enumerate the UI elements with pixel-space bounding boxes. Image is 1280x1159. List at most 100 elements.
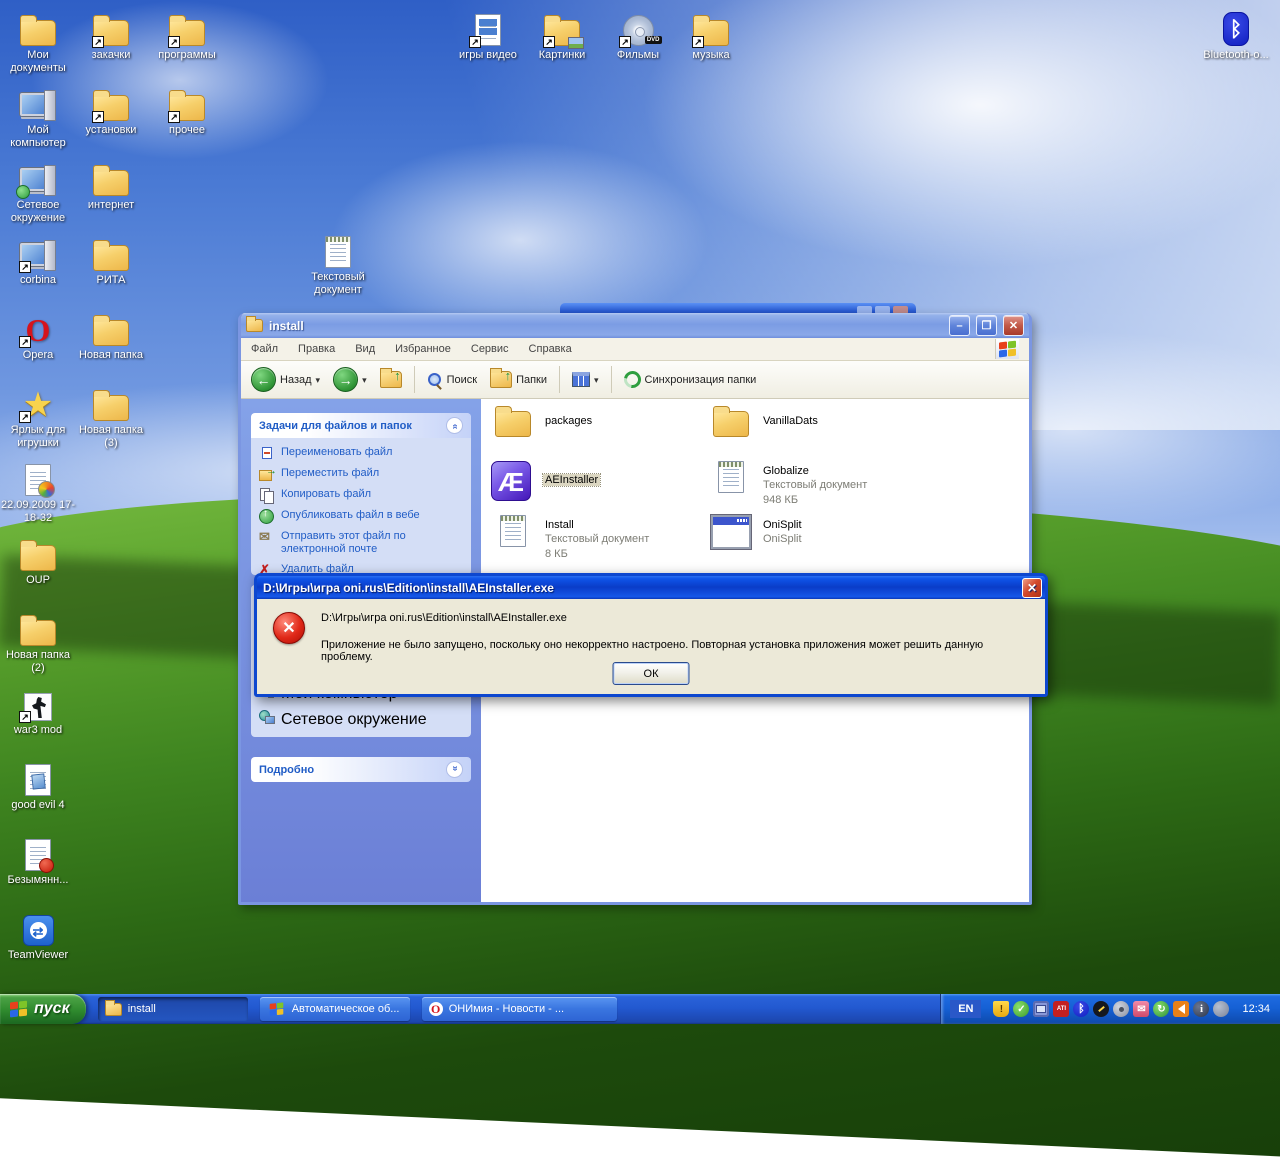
- desktop-icon-zakachki[interactable]: закачки: [74, 8, 148, 62]
- menu-view[interactable]: Вид: [355, 343, 375, 355]
- notepad-document-icon: [500, 515, 526, 547]
- close-button[interactable]: ✕: [1003, 315, 1024, 336]
- desktop-icon-label: закачки: [74, 49, 148, 62]
- folder-icon: [93, 320, 129, 346]
- desktop-icon-label: Фильмы: [601, 49, 675, 62]
- file-tasks-header[interactable]: Задачи для файлов и папок«: [251, 413, 471, 438]
- desktop-icon-media-file[interactable]: 22.09.2009 17-18-32: [1, 458, 75, 524]
- file-onisplit[interactable]: OniSplitOniSplit: [709, 515, 802, 549]
- file-aeinstaller[interactable]: AEInstaller: [489, 461, 600, 501]
- scheduler-icon[interactable]: [1113, 1001, 1129, 1017]
- sync-button[interactable]: Синхронизация папки: [620, 368, 761, 391]
- desktop-icon-rita[interactable]: РИТА: [74, 233, 148, 287]
- dialog-text: D:\Игры\игра oni.rus\Edition\install\AEI…: [321, 612, 1029, 663]
- clock[interactable]: 12:34: [1242, 1003, 1270, 1015]
- desktop-icon-bluetooth[interactable]: Bluetooth-о...: [1199, 8, 1273, 62]
- desktop-icon-kartinki[interactable]: Картинки: [525, 8, 599, 62]
- up-button[interactable]: [376, 368, 406, 391]
- desktop-icon-oup[interactable]: OUP: [1, 533, 75, 587]
- folder-icon: [495, 411, 531, 437]
- dialog-titlebar[interactable]: D:\Игры\игра oni.rus\Edition\install\AEI…: [257, 576, 1045, 599]
- file-globalize[interactable]: GlobalizeТекстовый документ948 КБ: [709, 461, 867, 507]
- desktop-icon-prochee[interactable]: прочее: [150, 83, 224, 137]
- desktop-icon-new-folder[interactable]: Новая папка: [74, 308, 148, 362]
- forward-button[interactable]: [329, 364, 371, 395]
- explorer-titlebar[interactable]: install – ❐ ✕: [241, 313, 1029, 338]
- desktop-icon-muzyka[interactable]: музыка: [674, 8, 748, 62]
- desktop-icon-programmy[interactable]: программы: [150, 8, 224, 62]
- desktop-icon-bezymyann[interactable]: Безымянн...: [1, 833, 75, 887]
- display-settings-icon[interactable]: [1033, 1001, 1049, 1017]
- ati-icon[interactable]: [1053, 1001, 1069, 1017]
- dialog-message: Приложение не было запущено, поскольку о…: [321, 639, 983, 663]
- desktop-icon-network-places[interactable]: Сетевое окружение: [1, 158, 75, 224]
- task-publish-file[interactable]: Опубликовать файл в вебе: [259, 509, 467, 523]
- desktop-icon-my-computer[interactable]: Мой компьютер: [1, 83, 75, 149]
- search-button[interactable]: Поиск: [423, 369, 481, 391]
- desktop-icon-filmy[interactable]: Фильмы: [601, 8, 675, 62]
- taskbar-item-opera[interactable]: OОНИмия - Новости - ...: [422, 997, 617, 1021]
- chevron-up-icon[interactable]: «: [446, 417, 463, 434]
- menu-file[interactable]: Файл: [251, 343, 278, 355]
- back-button[interactable]: Назад: [247, 364, 324, 395]
- desktop-icon-new-folder-3[interactable]: Новая папка (3): [74, 383, 148, 449]
- details-header[interactable]: Подробно«: [251, 757, 471, 782]
- antivirus-icon[interactable]: ✓: [1013, 1001, 1029, 1017]
- desktop-icon-text-document[interactable]: Текстовый документ: [301, 230, 375, 296]
- desktop-icon-igry-video[interactable]: игры видео: [451, 8, 525, 62]
- toolbar-separator: [559, 366, 560, 393]
- folder-icon: [93, 395, 129, 421]
- desktop-icon-label: интернет: [74, 199, 148, 212]
- desktop-icon-ustanovki[interactable]: установки: [74, 83, 148, 137]
- taskbar-item-auto-update[interactable]: Автоматическое об...: [260, 997, 410, 1021]
- task-rename-file[interactable]: Переименовать файл: [259, 446, 467, 460]
- menu-tools[interactable]: Сервис: [471, 343, 509, 355]
- task-email-file[interactable]: Отправить этот файл по электронной почте: [259, 530, 467, 556]
- desktop-icon-label: программы: [150, 49, 224, 62]
- views-button[interactable]: [568, 369, 603, 390]
- dialog-close-button[interactable]: ✕: [1022, 578, 1042, 598]
- desktop-icon-teamviewer[interactable]: TeamViewer: [1, 908, 75, 962]
- file-install[interactable]: InstallТекстовый документ8 КБ: [491, 515, 649, 561]
- desktop-icon-war3-mod[interactable]: war3 mod: [1, 683, 75, 737]
- desktop-icon-good-evil-4[interactable]: good evil 4: [1, 758, 75, 812]
- back-icon: [251, 367, 276, 392]
- desktop-icon-corbina[interactable]: corbina: [1, 233, 75, 287]
- minimize-button[interactable]: –: [949, 315, 970, 336]
- power-icon[interactable]: [1093, 1001, 1109, 1017]
- bluetooth-tray-icon[interactable]: [1073, 1001, 1089, 1017]
- menu-help[interactable]: Справка: [529, 343, 572, 355]
- task-move-file[interactable]: Переместить файл: [259, 467, 467, 481]
- blue-page-icon: [31, 773, 45, 789]
- taskbar-item-label: Автоматическое об...: [292, 1003, 400, 1015]
- desktop-icon-game-shortcut[interactable]: Ярлык для игрушки: [1, 383, 75, 449]
- folder-icon: [20, 620, 56, 646]
- desktop-icon-opera[interactable]: Opera: [1, 308, 75, 362]
- task-label: Копировать файл: [281, 488, 371, 501]
- mail-icon[interactable]: [1133, 1001, 1149, 1017]
- menu-edit[interactable]: Правка: [298, 343, 335, 355]
- chevron-down-icon[interactable]: «: [446, 761, 463, 778]
- folders-button[interactable]: Папки: [486, 368, 551, 391]
- file-packages[interactable]: packages: [491, 411, 592, 437]
- desktop-icon-label: Bluetooth-о...: [1199, 49, 1273, 62]
- hidden-icons-icon[interactable]: [1213, 1001, 1229, 1017]
- task-copy-file[interactable]: Копировать файл: [259, 488, 467, 502]
- desktop-icon-my-documents[interactable]: Мои документы: [1, 8, 75, 74]
- security-shield-icon[interactable]: !: [993, 1001, 1009, 1017]
- update-icon[interactable]: [1153, 1001, 1169, 1017]
- volume-icon[interactable]: [1173, 1001, 1189, 1017]
- ok-button[interactable]: ОК: [613, 662, 690, 685]
- desktop-icon-internet[interactable]: интернет: [74, 158, 148, 212]
- desktop-icon-new-folder-2[interactable]: Новая папка (2): [1, 608, 75, 674]
- menu-favorites[interactable]: Избранное: [395, 343, 451, 355]
- file-size: 948 КБ: [763, 494, 798, 506]
- file-type: Текстовый документ: [763, 479, 867, 491]
- language-indicator[interactable]: EN: [950, 1000, 981, 1018]
- messenger-icon[interactable]: [1193, 1001, 1209, 1017]
- place-network[interactable]: Сетевое окружение: [259, 710, 467, 729]
- file-vanilladats[interactable]: VanillaDats: [709, 411, 818, 437]
- taskbar-item-install[interactable]: install: [98, 997, 248, 1021]
- maximize-button[interactable]: ❐: [976, 315, 997, 336]
- start-button[interactable]: пуск: [0, 994, 86, 1024]
